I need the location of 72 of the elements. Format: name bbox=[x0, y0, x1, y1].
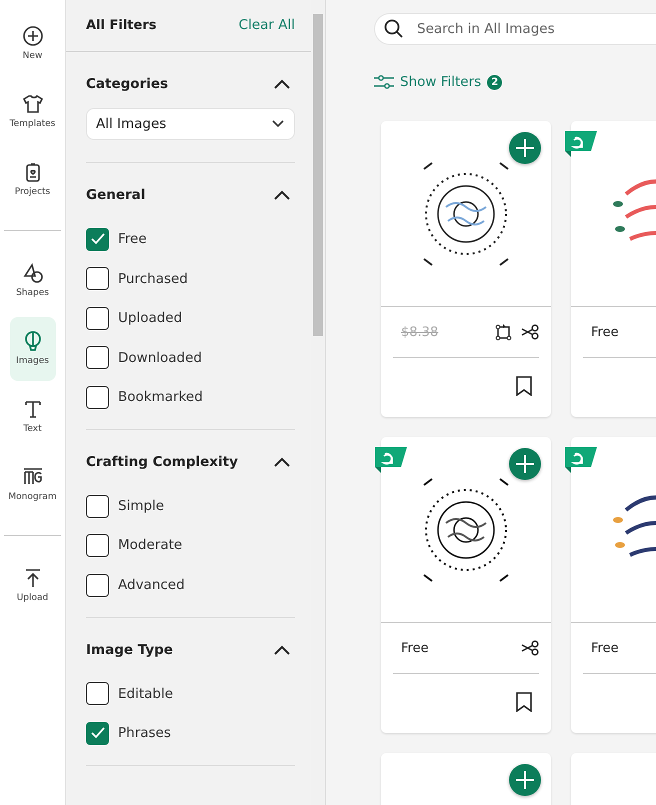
count-badge: 2 bbox=[487, 74, 502, 90]
sliders-icon bbox=[374, 75, 394, 90]
checkbox[interactable] bbox=[86, 574, 109, 596]
checkbox[interactable] bbox=[86, 346, 109, 370]
price-text: Free bbox=[591, 640, 619, 658]
check-icon bbox=[90, 727, 104, 740]
checkbox[interactable] bbox=[86, 306, 109, 330]
edit-nodes-icon bbox=[495, 323, 513, 342]
image-card[interactable]: Free bbox=[571, 121, 656, 418]
bookmark-icon bbox=[515, 376, 533, 396]
sidebar-item[interactable]: Text bbox=[10, 385, 56, 449]
sidebar-item[interactable]: New bbox=[10, 12, 56, 76]
panel-title: All Filters bbox=[86, 16, 156, 35]
shirt-icon bbox=[22, 92, 44, 115]
chevron-up-icon bbox=[273, 189, 291, 202]
sidebar-item[interactable]: Shapes bbox=[10, 249, 56, 313]
checkbox-label: Bookmarked bbox=[118, 388, 203, 408]
bookmark-button[interactable] bbox=[515, 376, 533, 396]
checkbox-label: Editable bbox=[118, 684, 174, 704]
search-field[interactable]: Search in All Images bbox=[374, 13, 656, 45]
checkbox-label: Simple bbox=[118, 496, 164, 516]
chevron-down-icon bbox=[272, 120, 284, 128]
checkbox[interactable] bbox=[86, 682, 109, 706]
add-button[interactable] bbox=[509, 448, 541, 480]
ribbon-icon bbox=[565, 447, 597, 474]
show-filters-button[interactable]: Show Filters 2 bbox=[374, 72, 502, 92]
price-text: Free bbox=[401, 640, 429, 658]
bookmark-icon bbox=[515, 692, 533, 712]
section-title: Crafting Complexity bbox=[86, 453, 238, 472]
bookmark-button[interactable] bbox=[515, 692, 533, 712]
checkbox-label: Phrases bbox=[118, 724, 171, 744]
check-icon bbox=[90, 233, 104, 246]
section-title: Image Type bbox=[86, 640, 173, 660]
checkbox-label: Moderate bbox=[118, 536, 182, 556]
checkbox[interactable] bbox=[86, 722, 109, 745]
scissors-icon bbox=[521, 324, 539, 340]
sidebar-item[interactable]: Upload bbox=[10, 554, 56, 618]
sidebar-item[interactable]: Projects bbox=[10, 148, 56, 212]
checkbox[interactable] bbox=[86, 534, 109, 557]
scissors-icon bbox=[521, 640, 539, 656]
checkbox[interactable] bbox=[86, 494, 109, 518]
price-text: $8.38 bbox=[401, 324, 438, 342]
image-card[interactable]: Free bbox=[381, 437, 551, 734]
plus-icon bbox=[515, 770, 535, 790]
add-button[interactable] bbox=[509, 132, 541, 164]
plus-circle-icon bbox=[22, 24, 44, 47]
ribbon-icon bbox=[565, 131, 597, 158]
checkbox-label: Uploaded bbox=[118, 309, 182, 328]
section-title: Categories bbox=[86, 75, 168, 94]
price-text: Free bbox=[591, 324, 619, 342]
plus-icon bbox=[515, 138, 535, 158]
add-button[interactable] bbox=[509, 764, 541, 796]
ribbon-icon bbox=[375, 447, 407, 474]
checkbox[interactable] bbox=[86, 267, 109, 290]
checkbox[interactable] bbox=[86, 386, 109, 409]
plus-icon bbox=[515, 454, 535, 474]
category-dropdown[interactable]: All Images bbox=[86, 108, 295, 140]
sidebar-item[interactable]: Images bbox=[10, 317, 56, 381]
checkbox[interactable] bbox=[86, 228, 109, 251]
chevron-up-icon bbox=[273, 456, 291, 468]
shapes-icon bbox=[22, 262, 44, 284]
chevron-up-icon bbox=[273, 644, 291, 656]
checkbox-label: Purchased bbox=[118, 270, 188, 289]
sidebar-item[interactable]: Monogram bbox=[10, 453, 56, 517]
section-title: General bbox=[86, 186, 146, 206]
checkbox-label: Free bbox=[118, 230, 147, 250]
sidebar-item[interactable]: Templates bbox=[10, 80, 56, 144]
checkbox-label: Downloaded bbox=[118, 348, 202, 368]
checkbox-label: Advanced bbox=[118, 576, 185, 595]
chevron-up-icon bbox=[273, 78, 291, 90]
clear-all-link[interactable]: Clear All bbox=[238, 15, 295, 36]
image-card[interactable]: Free bbox=[571, 437, 656, 734]
